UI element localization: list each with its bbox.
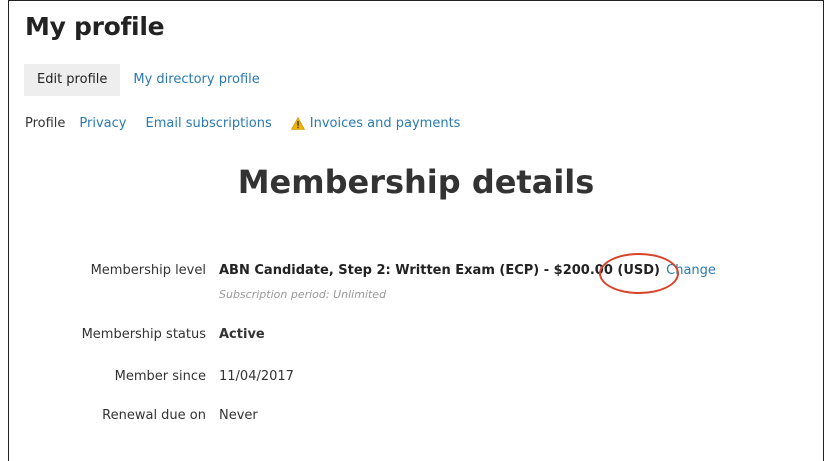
tab-edit-profile[interactable]: Edit profile — [24, 64, 121, 96]
renewal-due-value: Never — [219, 408, 258, 423]
subnav-invoices[interactable]: Invoices and payments — [290, 116, 461, 131]
subnav-profile: Profile — [25, 116, 66, 131]
page-title: My profile — [25, 12, 165, 41]
change-membership-link[interactable]: Change — [666, 263, 716, 278]
member-since-label: Member since — [114, 369, 206, 384]
membership-level-label: Membership level — [90, 263, 206, 278]
renewal-due-label: Renewal due on — [102, 408, 206, 423]
warning-triangle-icon — [290, 117, 305, 130]
member-since-value: 11/04/2017 — [219, 369, 294, 384]
membership-status-label: Membership status — [81, 327, 206, 342]
subnav-invoices-label: Invoices and payments — [309, 116, 461, 131]
membership-status-value: Active — [219, 327, 265, 342]
profile-tabs: Edit profile My directory profile — [24, 64, 273, 96]
subnav-privacy[interactable]: Privacy — [79, 116, 126, 131]
section-heading: Membership details — [237, 163, 595, 201]
tab-directory-profile[interactable]: My directory profile — [120, 64, 272, 96]
membership-level-value: ABN Candidate, Step 2: Written Exam (ECP… — [219, 263, 660, 278]
membership-level-value-wrap: ABN Candidate, Step 2: Written Exam (ECP… — [219, 263, 716, 278]
subscription-period: Subscription period: Unlimited — [219, 288, 387, 301]
profile-subnav: Profile Privacy Email subscriptions Invo… — [25, 116, 479, 131]
subnav-email-subscriptions[interactable]: Email subscriptions — [146, 116, 272, 131]
